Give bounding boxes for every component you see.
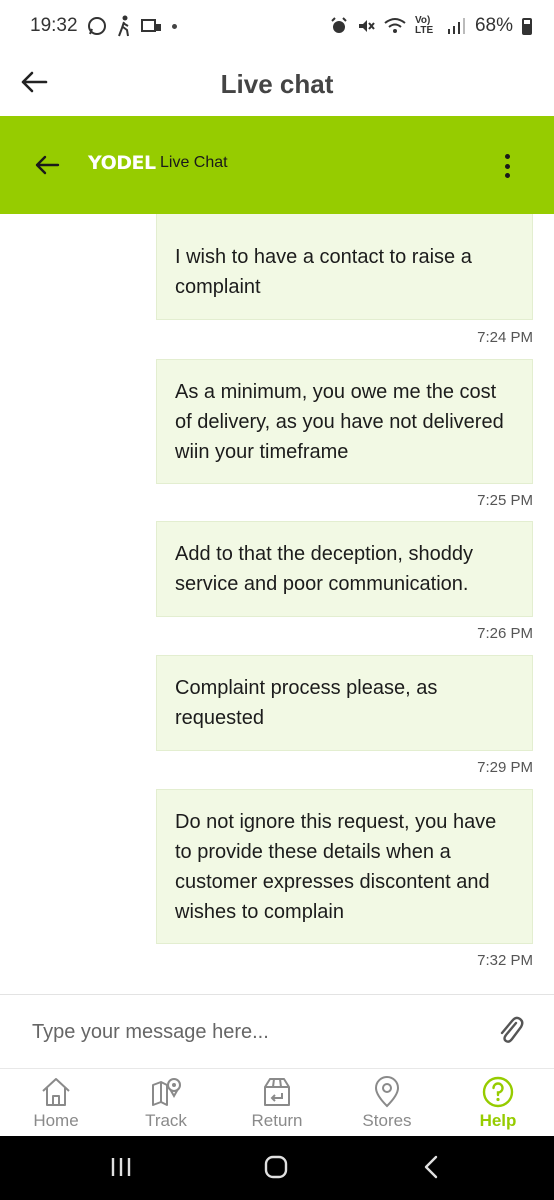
message-time: 7:25 PM — [477, 492, 533, 509]
home-button-icon[interactable] — [262, 1154, 290, 1180]
chat-back-arrow-icon[interactable] — [34, 153, 60, 177]
yodel-logo: YODEL — [88, 152, 156, 174]
nav-item-return[interactable]: Return — [227, 1069, 327, 1137]
page-title: Live chat — [220, 68, 334, 99]
whatsapp-icon — [87, 17, 106, 35]
message-list[interactable]: I wish to have a contact to raise a comp… — [0, 214, 554, 994]
nav-item-stores[interactable]: Stores — [337, 1069, 437, 1137]
mute-icon — [358, 20, 375, 32]
status-time: 19:32 — [30, 15, 78, 36]
paperclip-icon[interactable] — [496, 1013, 524, 1045]
nav-label: Home — [33, 1111, 79, 1130]
network-label: Vo) LTE — [414, 15, 434, 36]
message-bubble: Complaint process please, as requested — [156, 655, 533, 751]
return-box-icon — [264, 1078, 290, 1106]
nav-label: Track — [145, 1111, 187, 1130]
nav-label: Help — [479, 1111, 517, 1130]
message-text: As a minimum, you owe me the cost of del… — [175, 380, 504, 463]
home-icon — [42, 1078, 70, 1106]
nav-label: Stores — [362, 1111, 412, 1130]
delivery-icon — [140, 19, 161, 32]
message-bubble: Do not ignore this request, you have to … — [156, 789, 533, 944]
message-time: 7:26 PM — [477, 625, 533, 642]
app-bar: Live chat — [0, 52, 554, 116]
nav-item-track[interactable]: Track — [116, 1069, 216, 1137]
help-icon — [482, 1076, 514, 1108]
message-time: 7:32 PM — [477, 952, 533, 969]
message-input[interactable] — [32, 1015, 472, 1049]
message-time: 7:24 PM — [477, 329, 533, 346]
system-nav-bar — [0, 1136, 554, 1200]
nav-item-help[interactable]: Help — [448, 1069, 548, 1137]
map-pin-icon — [152, 1078, 181, 1106]
wifi-icon — [384, 18, 406, 33]
message-bubble: As a minimum, you owe me the cost of del… — [156, 359, 533, 484]
message-bubble: I wish to have a contact to raise a comp… — [156, 214, 533, 320]
nav-item-home[interactable]: Home — [6, 1069, 106, 1137]
back-arrow-icon[interactable] — [18, 66, 50, 98]
location-icon — [374, 1076, 400, 1108]
message-text: Complaint process please, as requested — [175, 677, 438, 729]
message-time: 7:29 PM — [477, 759, 533, 776]
message-text: I wish to have a contact to raise a comp… — [175, 246, 472, 298]
status-bar: 19:32 Vo) LTE 68% — [0, 0, 554, 52]
system-back-icon[interactable] — [420, 1154, 444, 1180]
message-input-bar — [0, 994, 554, 1068]
signal-icon — [447, 18, 465, 34]
battery-percent: 68% — [474, 15, 513, 36]
message-text: Do not ignore this request, you have to … — [175, 810, 497, 923]
nav-label: Return — [251, 1111, 303, 1130]
alarm-icon — [331, 17, 347, 33]
chat-header: YODEL Live Chat — [0, 116, 554, 214]
recent-apps-icon[interactable] — [108, 1154, 134, 1180]
notification-dot — [171, 23, 177, 29]
message-text: Add to that the deception, shoddy servic… — [175, 543, 473, 595]
bottom-nav: Home Track Return Stores Help — [0, 1068, 554, 1136]
more-options-icon[interactable] — [503, 154, 511, 178]
battery-icon — [522, 17, 532, 35]
message-bubble: Add to that the deception, shoddy servic… — [156, 521, 533, 617]
chat-title: Live Chat — [160, 154, 228, 171]
walking-icon — [117, 15, 129, 37]
